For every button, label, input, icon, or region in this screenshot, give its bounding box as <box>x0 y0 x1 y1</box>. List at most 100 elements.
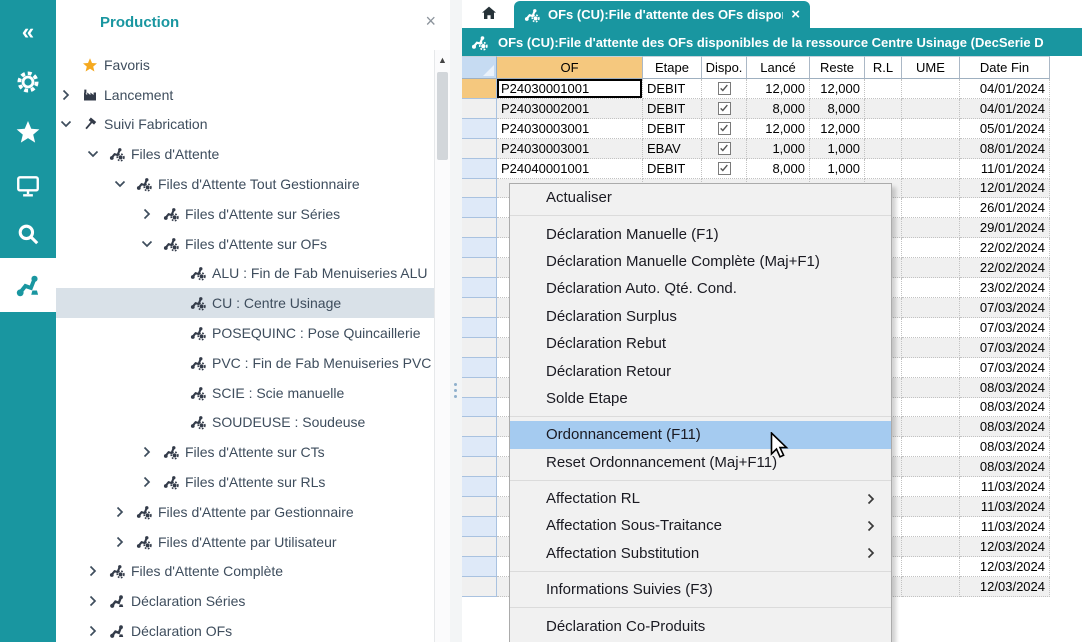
column-header-ume[interactable]: UME <box>902 56 960 79</box>
menu-item[interactable]: Affectation RL <box>510 485 891 512</box>
cell-date[interactable]: 07/03/2024 <box>960 338 1050 358</box>
menu-item[interactable]: Déclaration Surplus <box>510 303 891 330</box>
tree-item[interactable]: Favoris <box>56 50 434 80</box>
cell-date[interactable]: 04/01/2024 <box>960 99 1050 119</box>
splitter-drag-handle-icon[interactable] <box>454 383 458 401</box>
cell-dispo[interactable] <box>702 159 747 179</box>
cell-reste[interactable]: 12,000 <box>810 119 865 139</box>
tab-active-document[interactable]: OFs (CU):File d'attente des OFs disponib… <box>514 1 810 28</box>
tree-item[interactable]: Files d'Attente par Gestionnaire <box>56 497 434 527</box>
cell-date[interactable]: 12/01/2024 <box>960 179 1050 199</box>
search-icon[interactable] <box>0 214 56 254</box>
menu-item[interactable]: Actualiser <box>510 184 891 211</box>
tree-scrollbar[interactable]: ▲ <box>434 50 450 642</box>
row-selector[interactable] <box>462 139 497 159</box>
cell-ume[interactable] <box>902 119 960 139</box>
cell-dispo[interactable] <box>702 79 747 99</box>
chevron-right-icon[interactable] <box>143 445 163 459</box>
tree-item[interactable]: Files d'Attente Complète <box>56 557 434 587</box>
row-selector[interactable] <box>462 417 497 437</box>
row-selector[interactable] <box>462 577 497 597</box>
modules-gear-icon[interactable] <box>0 62 56 102</box>
cell-ume[interactable] <box>902 298 960 318</box>
cell-ume[interactable] <box>902 557 960 577</box>
cell-of[interactable]: P24030002001 <box>497 99 643 119</box>
select-all-corner[interactable] <box>462 56 497 79</box>
cell-reste[interactable]: 1,000 <box>810 139 865 159</box>
cell-of[interactable]: P24030003001 <box>497 119 643 139</box>
dispo-checkbox-checked[interactable] <box>718 102 731 115</box>
cell-ume[interactable] <box>902 537 960 557</box>
cell-ume[interactable] <box>902 398 960 418</box>
tree-item[interactable]: ALU : Fin de Fab Menuiseries ALU <box>56 259 434 289</box>
row-selector[interactable] <box>462 258 497 278</box>
cell-rl[interactable] <box>865 99 902 119</box>
chevron-right-icon[interactable] <box>89 564 109 578</box>
menu-item[interactable]: Déclaration Retour <box>510 357 891 384</box>
menu-item[interactable]: Déclaration Manuelle (F1) <box>510 220 891 247</box>
row-selector[interactable] <box>462 358 497 378</box>
cell-date[interactable]: 11/03/2024 <box>960 497 1050 517</box>
cell-rl[interactable] <box>865 139 902 159</box>
cell-etape[interactable]: DEBIT <box>643 119 702 139</box>
cell-dispo[interactable] <box>702 139 747 159</box>
chevron-down-icon[interactable] <box>116 177 136 191</box>
cell-date[interactable]: 07/03/2024 <box>960 358 1050 378</box>
favorites-star-icon[interactable] <box>0 112 56 152</box>
menu-item[interactable]: Affectation Sous-Traitance <box>510 512 891 539</box>
row-selector[interactable] <box>462 159 497 179</box>
tab-home[interactable] <box>466 3 512 28</box>
cell-lance[interactable]: 12,000 <box>747 79 810 99</box>
cell-lance[interactable]: 12,000 <box>747 119 810 139</box>
menu-item[interactable]: Affectation Substitution <box>510 540 891 567</box>
column-header-dispo[interactable]: Dispo. <box>702 56 747 79</box>
cell-date[interactable]: 12/03/2024 <box>960 537 1050 557</box>
column-header-of[interactable]: OF <box>497 56 643 79</box>
row-selector[interactable] <box>462 198 497 218</box>
production-robot-icon[interactable] <box>0 258 56 312</box>
tree-item[interactable]: Files d'Attente sur OFs <box>56 229 434 259</box>
menu-item[interactable]: Reset Ordonnancement (Maj+F11) <box>510 449 891 476</box>
cell-date[interactable]: 07/03/2024 <box>960 318 1050 338</box>
cell-ume[interactable] <box>902 238 960 258</box>
chevron-right-icon[interactable] <box>143 475 163 489</box>
tree-item[interactable]: CU : Centre Usinage <box>56 288 434 318</box>
cell-ume[interactable] <box>902 318 960 338</box>
cell-ume[interactable] <box>902 139 960 159</box>
cell-ume[interactable] <box>902 198 960 218</box>
close-panel-icon[interactable]: × <box>425 12 436 30</box>
scrollbar-up-arrow-icon[interactable]: ▲ <box>435 52 450 68</box>
tab-close-icon[interactable]: × <box>791 6 800 23</box>
cell-ume[interactable] <box>902 258 960 278</box>
tree-item[interactable]: Déclaration Séries <box>56 586 434 616</box>
cell-ume[interactable] <box>902 218 960 238</box>
column-header-reste[interactable]: Reste <box>810 56 865 79</box>
row-selector[interactable] <box>462 119 497 139</box>
row-selector[interactable] <box>462 338 497 358</box>
cell-date[interactable]: 08/03/2024 <box>960 437 1050 457</box>
cell-date[interactable]: 12/03/2024 <box>960 557 1050 577</box>
cell-etape[interactable]: EBAV <box>643 139 702 159</box>
cell-ume[interactable] <box>902 79 960 99</box>
cell-ume[interactable] <box>902 417 960 437</box>
cell-reste[interactable]: 1,000 <box>810 159 865 179</box>
row-selector[interactable] <box>462 477 497 497</box>
column-header-lance[interactable]: Lancé <box>747 56 810 79</box>
tree-item[interactable]: Files d'Attente par Utilisateur <box>56 527 434 557</box>
collapse-sidebar-icon[interactable]: « <box>0 12 56 52</box>
cell-ume[interactable] <box>902 457 960 477</box>
cell-of[interactable]: P24040001001 <box>497 159 643 179</box>
cell-date[interactable]: 08/01/2024 <box>960 139 1050 159</box>
cell-ume[interactable] <box>902 159 960 179</box>
cell-etape[interactable]: DEBIT <box>643 79 702 99</box>
chevron-right-icon[interactable] <box>143 207 163 221</box>
row-selector[interactable] <box>462 537 497 557</box>
cell-date[interactable]: 04/01/2024 <box>960 79 1050 99</box>
tree-item[interactable]: Suivi Fabrication <box>56 110 434 140</box>
column-header-date[interactable]: Date Fin <box>960 56 1050 79</box>
cell-reste[interactable]: 12,000 <box>810 79 865 99</box>
row-selector[interactable] <box>462 378 497 398</box>
chevron-down-icon[interactable] <box>143 237 163 251</box>
cell-date[interactable]: 22/02/2024 <box>960 258 1050 278</box>
row-selector[interactable] <box>462 318 497 338</box>
